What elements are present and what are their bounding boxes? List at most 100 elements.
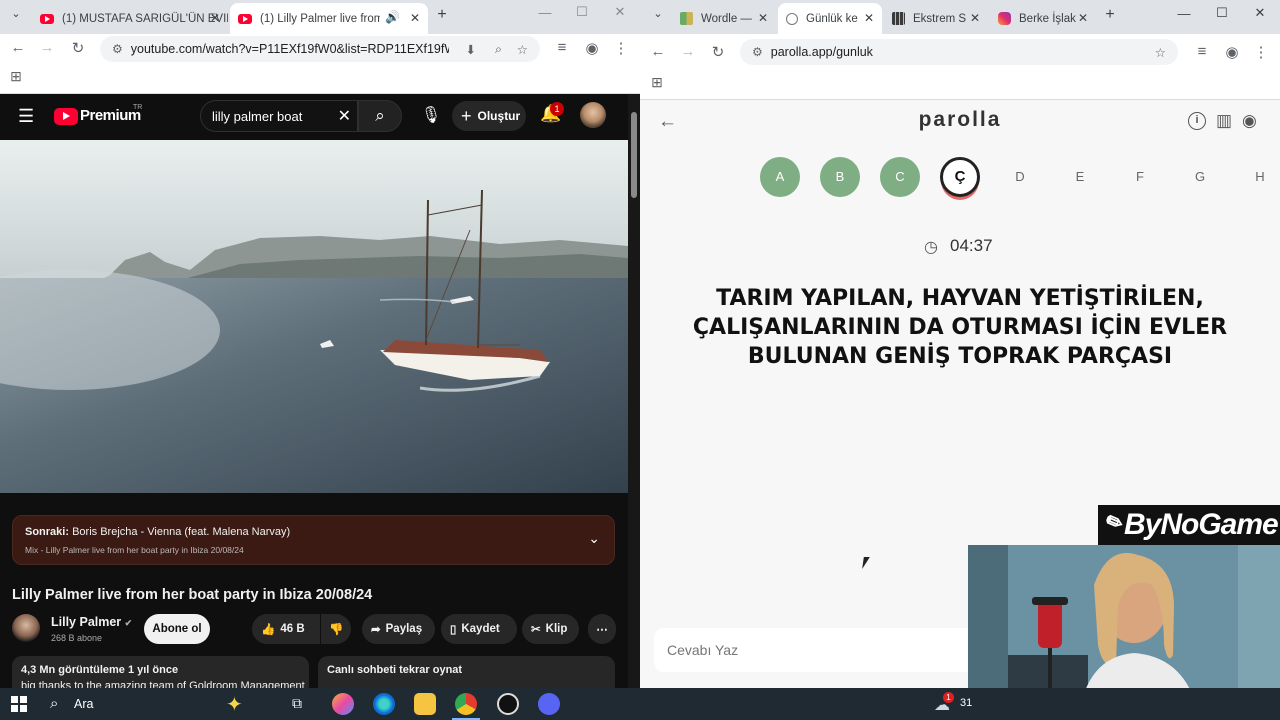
maximize-icon[interactable]: ☐ xyxy=(572,4,592,20)
voice-search-icon[interactable]: 🎙 xyxy=(415,100,447,132)
user-avatar[interactable] xyxy=(580,102,606,128)
like-button[interactable]: 👍 46 B xyxy=(252,614,320,644)
search-icon[interactable]: ⌕ xyxy=(50,695,58,712)
info-icon[interactable]: i xyxy=(1188,112,1206,130)
profile-icon[interactable]: ◉ xyxy=(582,39,602,57)
tab-mustafa[interactable]: (1) MUSTAFA SARIGÜL'ÜN EVIN ✕ xyxy=(32,3,228,34)
brand-text: ByNoGame xyxy=(1124,508,1279,541)
forward-icon[interactable]: → xyxy=(37,39,57,56)
search-input[interactable]: lilly palmer boat ✕ xyxy=(200,100,358,132)
youtube-header: ☰ Premium TR lilly palmer boat ✕ ⌕ 🎙 + O… xyxy=(0,94,628,140)
description-box[interactable]: 4,3 Mn görüntüleme 1 yıl önce big thanks… xyxy=(12,656,309,688)
parolla-favicon-icon xyxy=(786,12,798,25)
task-view-icon[interactable]: ⧉ xyxy=(292,695,302,712)
tab-gunluk[interactable]: Günlük ke ✕ xyxy=(778,3,882,34)
tab-wordle[interactable]: Wordle — ✕ xyxy=(672,3,776,34)
close-icon[interactable]: ✕ xyxy=(410,11,420,25)
bookmark-star-icon[interactable]: ☆ xyxy=(1155,45,1166,60)
reload-icon[interactable]: ↻ xyxy=(68,39,88,57)
copilot-app-icon[interactable] xyxy=(332,693,354,715)
create-label: Oluştur xyxy=(477,109,521,123)
tab-instagram[interactable]: Berke İşlak ✕ xyxy=(990,3,1096,34)
bookmark-star-icon[interactable]: ☆ xyxy=(517,42,528,57)
close-icon[interactable]: ✕ xyxy=(970,11,980,25)
apps-grid-icon[interactable]: ⊞ xyxy=(6,68,26,85)
back-icon[interactable]: ← xyxy=(8,39,28,56)
new-tab-icon[interactable]: + xyxy=(432,6,452,24)
obs-icon[interactable] xyxy=(497,693,519,715)
save-button[interactable]: ▯ Kaydet xyxy=(441,614,517,644)
close-icon[interactable]: ✕ xyxy=(1078,11,1088,25)
user-profile-icon[interactable]: ◉ xyxy=(1242,111,1257,131)
install-icon[interactable]: ⬇ xyxy=(466,42,476,57)
site-info-icon[interactable]: ⚙ xyxy=(112,42,123,56)
close-icon[interactable]: ✕ xyxy=(210,11,220,25)
letter-pending: G xyxy=(1194,169,1206,184)
discord-icon[interactable] xyxy=(538,693,560,715)
letter-pending: F xyxy=(1136,169,1144,184)
tab-search-chevron-icon[interactable]: ⌄ xyxy=(648,7,668,20)
share-button[interactable]: ➦ Paylaş xyxy=(362,614,435,644)
tab-lilly-palmer[interactable]: (1) Lilly Palmer live from her 🔊 ✕ xyxy=(230,3,428,34)
stats-icon[interactable]: ▥ xyxy=(1216,111,1232,131)
menu-dots-icon[interactable]: ⋮ xyxy=(1251,43,1271,61)
file-explorer-icon[interactable] xyxy=(414,693,436,715)
dislike-button[interactable]: 👎 xyxy=(321,614,351,644)
chevron-down-icon[interactable]: ⌄ xyxy=(588,530,600,547)
speaker-icon[interactable]: 🔊 xyxy=(385,10,400,24)
close-window-icon[interactable]: ✕ xyxy=(610,4,630,20)
address-bar[interactable]: ⚙ parolla.app/gunluk ☆ xyxy=(740,39,1178,65)
create-button[interactable]: + Oluştur xyxy=(452,101,526,131)
page-scrollbar[interactable] xyxy=(628,94,640,688)
next-up-panel[interactable]: Sonraki: Boris Brejcha - Vienna (feat. M… xyxy=(12,515,615,565)
minimize-icon[interactable]: — xyxy=(1174,6,1194,21)
clip-button[interactable]: ✂ Klip xyxy=(522,614,579,644)
apps-grid-icon[interactable]: ⊞ xyxy=(647,74,667,91)
channel-avatar[interactable] xyxy=(12,614,40,642)
hamburger-menu-icon[interactable]: ☰ xyxy=(18,106,34,127)
media-control-icon[interactable]: ≡ xyxy=(552,39,572,56)
minimize-icon[interactable]: — xyxy=(535,5,555,20)
clock-icon: ◷ xyxy=(924,239,938,256)
profile-icon[interactable]: ◉ xyxy=(1222,43,1242,61)
windows-start-icon[interactable] xyxy=(11,696,27,712)
forward-icon[interactable]: → xyxy=(678,43,698,60)
weather-badge: 1 xyxy=(943,692,954,703)
youtube-logo-icon[interactable] xyxy=(54,108,78,125)
grid-favicon-icon xyxy=(892,12,905,25)
search-button[interactable]: ⌕ xyxy=(358,100,402,132)
close-icon[interactable]: ✕ xyxy=(758,11,768,25)
menu-dots-icon[interactable]: ⋮ xyxy=(611,39,631,57)
zoom-icon[interactable]: ⌕ xyxy=(495,42,502,57)
youtube-premium-logo[interactable]: Premium xyxy=(80,107,141,124)
close-window-icon[interactable]: ✕ xyxy=(1250,5,1270,21)
new-tab-icon[interactable]: + xyxy=(1100,6,1120,24)
subscriber-count: 268 B abone xyxy=(51,633,103,643)
chat-replay-box[interactable]: Canlı sohbeti tekrar oynat xyxy=(318,656,615,688)
letter-done: C xyxy=(880,157,920,197)
media-control-icon[interactable]: ≡ xyxy=(1192,43,1212,60)
copilot-sparkle-icon[interactable]: ✦ xyxy=(226,692,243,717)
tab-ekstrem[interactable]: Ekstrem S ✕ xyxy=(884,3,988,34)
more-actions-button[interactable]: ⋯ xyxy=(588,614,616,644)
thumbs-down-icon: 👎 xyxy=(329,624,344,636)
clear-search-icon[interactable]: ✕ xyxy=(338,106,351,126)
thumbs-up-icon: 👍 xyxy=(261,624,276,636)
url-text: youtube.com/watch?v=P11EXf19fW0&list=RDP… xyxy=(130,42,449,56)
maximize-icon[interactable]: ☐ xyxy=(1212,5,1232,21)
address-bar[interactable]: ⚙ youtube.com/watch?v=P11EXf19fW0&list=R… xyxy=(100,36,540,62)
channel-name[interactable]: Lilly Palmer xyxy=(51,615,121,629)
taskbar-search[interactable]: Ara xyxy=(74,697,93,711)
parolla-logo[interactable]: parolla xyxy=(640,108,1280,132)
site-info-icon[interactable]: ⚙ xyxy=(752,45,763,59)
subscribe-button[interactable]: Abone ol xyxy=(144,614,210,644)
back-icon[interactable]: ← xyxy=(648,43,668,60)
video-player[interactable] xyxy=(0,140,628,493)
scrollbar-thumb[interactable] xyxy=(631,112,637,198)
edge-icon[interactable] xyxy=(373,693,395,715)
reload-icon[interactable]: ↻ xyxy=(708,43,728,61)
chrome-icon[interactable] xyxy=(455,693,477,715)
desktop: ⌄ (1) MUSTAFA SARIGÜL'ÜN EVIN ✕ (1) Lill… xyxy=(0,0,1280,720)
tab-search-chevron-icon[interactable]: ⌄ xyxy=(6,7,26,20)
close-icon[interactable]: ✕ xyxy=(864,11,874,25)
